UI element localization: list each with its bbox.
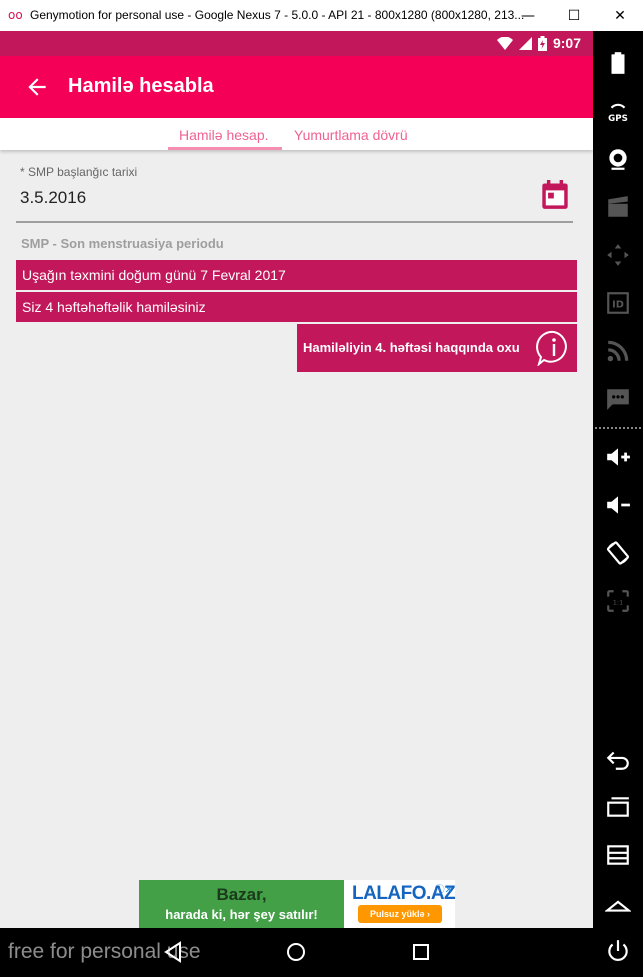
movie-icon[interactable]	[602, 191, 634, 223]
due-date-banner: Uşağın təxmini doğum günü 7 Fevral 2017	[16, 260, 577, 290]
recents-icon[interactable]	[602, 791, 634, 823]
genymotion-logo-icon: oo	[8, 8, 23, 22]
battery-icon[interactable]	[602, 47, 634, 79]
power-icon[interactable]	[602, 935, 634, 967]
volume-up-icon[interactable]	[602, 441, 634, 473]
minimize-icon: —	[521, 7, 535, 24]
svg-text:GPS: GPS	[608, 114, 628, 124]
close-window-button[interactable]: ✕	[597, 0, 643, 31]
read-week-info-button[interactable]: Hamiləliyin 4. həftəsi haqqında oxu	[297, 324, 577, 372]
wifi-icon	[496, 36, 513, 50]
dpad-icon[interactable]	[602, 239, 634, 271]
sms-icon[interactable]	[602, 383, 634, 415]
page-title: Hamilə hesabla	[68, 75, 214, 97]
date-field-underline	[16, 221, 573, 223]
toolbar-divider	[595, 427, 641, 429]
tab-ovulation-cycle[interactable]: Yumurtlama dövrü	[294, 127, 408, 143]
window-title: Genymotion for personal use - Google Nex…	[30, 8, 525, 22]
battery-status-icon	[537, 35, 547, 51]
id-icon[interactable]: ID	[602, 287, 634, 319]
close-icon: ✕	[614, 7, 626, 24]
window-titlebar: oo Genymotion for personal use - Google …	[0, 0, 643, 32]
smp-note: SMP - Son menstruasiya periodu	[21, 236, 224, 251]
status-time: 9:07	[552, 35, 581, 51]
ad-download-button[interactable]: Pulsuz yüklə ›	[358, 905, 442, 923]
phone-screen: 9:07 Hamilə hesabla Hamilə hesap. Yumurt…	[0, 31, 593, 977]
svg-text:1:1: 1:1	[613, 598, 623, 606]
watermark: free for personal use	[8, 940, 201, 963]
ad-banner[interactable]: Bazar, harada ki, hər şey satılır! LALAF…	[139, 880, 456, 928]
webcam-icon[interactable]	[602, 143, 634, 175]
tab-bar: Hamilə hesap. Yumurtlama dövrü	[0, 118, 593, 150]
maximize-button[interactable]: ☐	[551, 0, 597, 31]
menu-icon[interactable]	[602, 839, 634, 871]
fullscreen-icon[interactable]: 1:1	[602, 585, 634, 617]
volume-down-icon[interactable]	[602, 489, 634, 521]
rotate-icon[interactable]	[602, 537, 634, 569]
svg-text:ID: ID	[612, 299, 624, 310]
status-bar: 9:07	[0, 31, 593, 56]
app-bar: Hamilə hesabla	[0, 56, 593, 118]
nav-home-icon[interactable]	[285, 941, 307, 963]
tab-pregnancy-calc[interactable]: Hamilə hesap.	[179, 127, 269, 143]
ad-headline: Bazar,	[216, 885, 267, 904]
ad-subline: harada ki, hər şey satılır!	[165, 907, 318, 922]
emulator-toolbar: GPS ID 1:1	[593, 31, 643, 977]
ad-brand-panel: LALAFO.AZ Pulsuz yüklə › ⓘ✕	[344, 880, 456, 928]
calendar-icon[interactable]	[541, 180, 569, 210]
back-icon[interactable]	[602, 743, 634, 775]
maximize-icon: ☐	[567, 7, 581, 24]
arrow-back-icon[interactable]	[24, 74, 50, 100]
date-field-label: * SMP başlanğıc tarixi	[20, 165, 138, 179]
date-field[interactable]: 3.5.2016	[20, 188, 86, 208]
nav-recents-icon[interactable]	[410, 941, 432, 963]
rss-icon[interactable]	[602, 335, 634, 367]
signal-icon	[518, 36, 532, 50]
read-week-info-label: Hamiləliyin 4. həftəsi haqqında oxu	[303, 340, 520, 355]
weeks-banner: Siz 4 həftəhəftəlik hamiləsiniz	[16, 292, 577, 322]
ad-close-icon[interactable]: ⓘ✕	[435, 881, 453, 896]
info-bubble-icon	[536, 330, 567, 366]
minimize-button[interactable]: —	[505, 0, 551, 31]
home-icon[interactable]	[602, 887, 634, 919]
tab-indicator	[168, 147, 282, 150]
gps-icon[interactable]: GPS	[602, 95, 634, 127]
